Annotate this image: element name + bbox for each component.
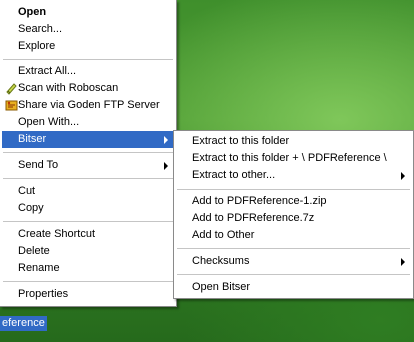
ftp-server-icon (5, 100, 18, 111)
submenu-arrow-icon (164, 162, 168, 170)
menu-item-label: Checksums (192, 255, 250, 267)
menu-item-copy[interactable]: Copy (2, 200, 174, 217)
selected-file-label[interactable]: eference (0, 316, 47, 331)
menu-item-scan-roboscan[interactable]: Scan with Roboscan (2, 80, 174, 97)
bitser-submenu: Extract to this folder Extract to this f… (173, 130, 414, 299)
menu-separator (3, 59, 173, 60)
submenu-item-extract-other[interactable]: Extract to other... (176, 167, 411, 184)
submenu-item-add-other[interactable]: Add to Other (176, 227, 411, 244)
submenu-item-add-zip[interactable]: Add to PDFReference-1.zip (176, 193, 411, 210)
menu-item-label: Share via Goden FTP Server (18, 99, 160, 111)
menu-item-open-with[interactable]: Open With... (2, 114, 174, 131)
menu-item-label: Bitser (18, 133, 47, 145)
menu-separator (3, 221, 173, 222)
submenu-item-extract-to-folder[interactable]: Extract to this folder + \ PDFReference … (176, 150, 411, 167)
menu-item-search[interactable]: Search... (2, 21, 174, 38)
menu-separator (177, 248, 410, 249)
menu-item-properties[interactable]: Properties (2, 286, 174, 303)
menu-item-label: Send To (18, 159, 59, 171)
submenu-item-add-7z[interactable]: Add to PDFReference.7z (176, 210, 411, 227)
menu-item-label: Scan with Roboscan (18, 82, 119, 94)
submenu-item-checksums[interactable]: Checksums (176, 253, 411, 270)
menu-item-open[interactable]: Open (2, 4, 174, 21)
menu-item-explore[interactable]: Explore (2, 38, 174, 55)
menu-separator (3, 152, 173, 153)
menu-item-send-to[interactable]: Send To (2, 157, 174, 174)
menu-item-bitser[interactable]: Bitser (2, 131, 174, 148)
menu-separator (3, 281, 173, 282)
menu-item-share-ftp[interactable]: Share via Goden FTP Server (2, 97, 174, 114)
menu-item-create-shortcut[interactable]: Create Shortcut (2, 226, 174, 243)
menu-item-extract-all[interactable]: Extract All... (2, 63, 174, 80)
submenu-item-extract-here[interactable]: Extract to this folder (176, 133, 411, 150)
menu-separator (177, 274, 410, 275)
submenu-arrow-icon (401, 258, 405, 266)
menu-separator (3, 178, 173, 179)
menu-item-cut[interactable]: Cut (2, 183, 174, 200)
menu-item-delete[interactable]: Delete (2, 243, 174, 260)
context-menu: Open Search... Explore Extract All... Sc… (0, 0, 177, 307)
menu-separator (177, 189, 410, 190)
roboscan-shield-icon (6, 83, 17, 95)
submenu-arrow-icon (401, 172, 405, 180)
submenu-arrow-icon (164, 136, 168, 144)
menu-item-rename[interactable]: Rename (2, 260, 174, 277)
submenu-item-open-bitser[interactable]: Open Bitser (176, 279, 411, 296)
menu-item-label: Extract to other... (192, 169, 276, 181)
